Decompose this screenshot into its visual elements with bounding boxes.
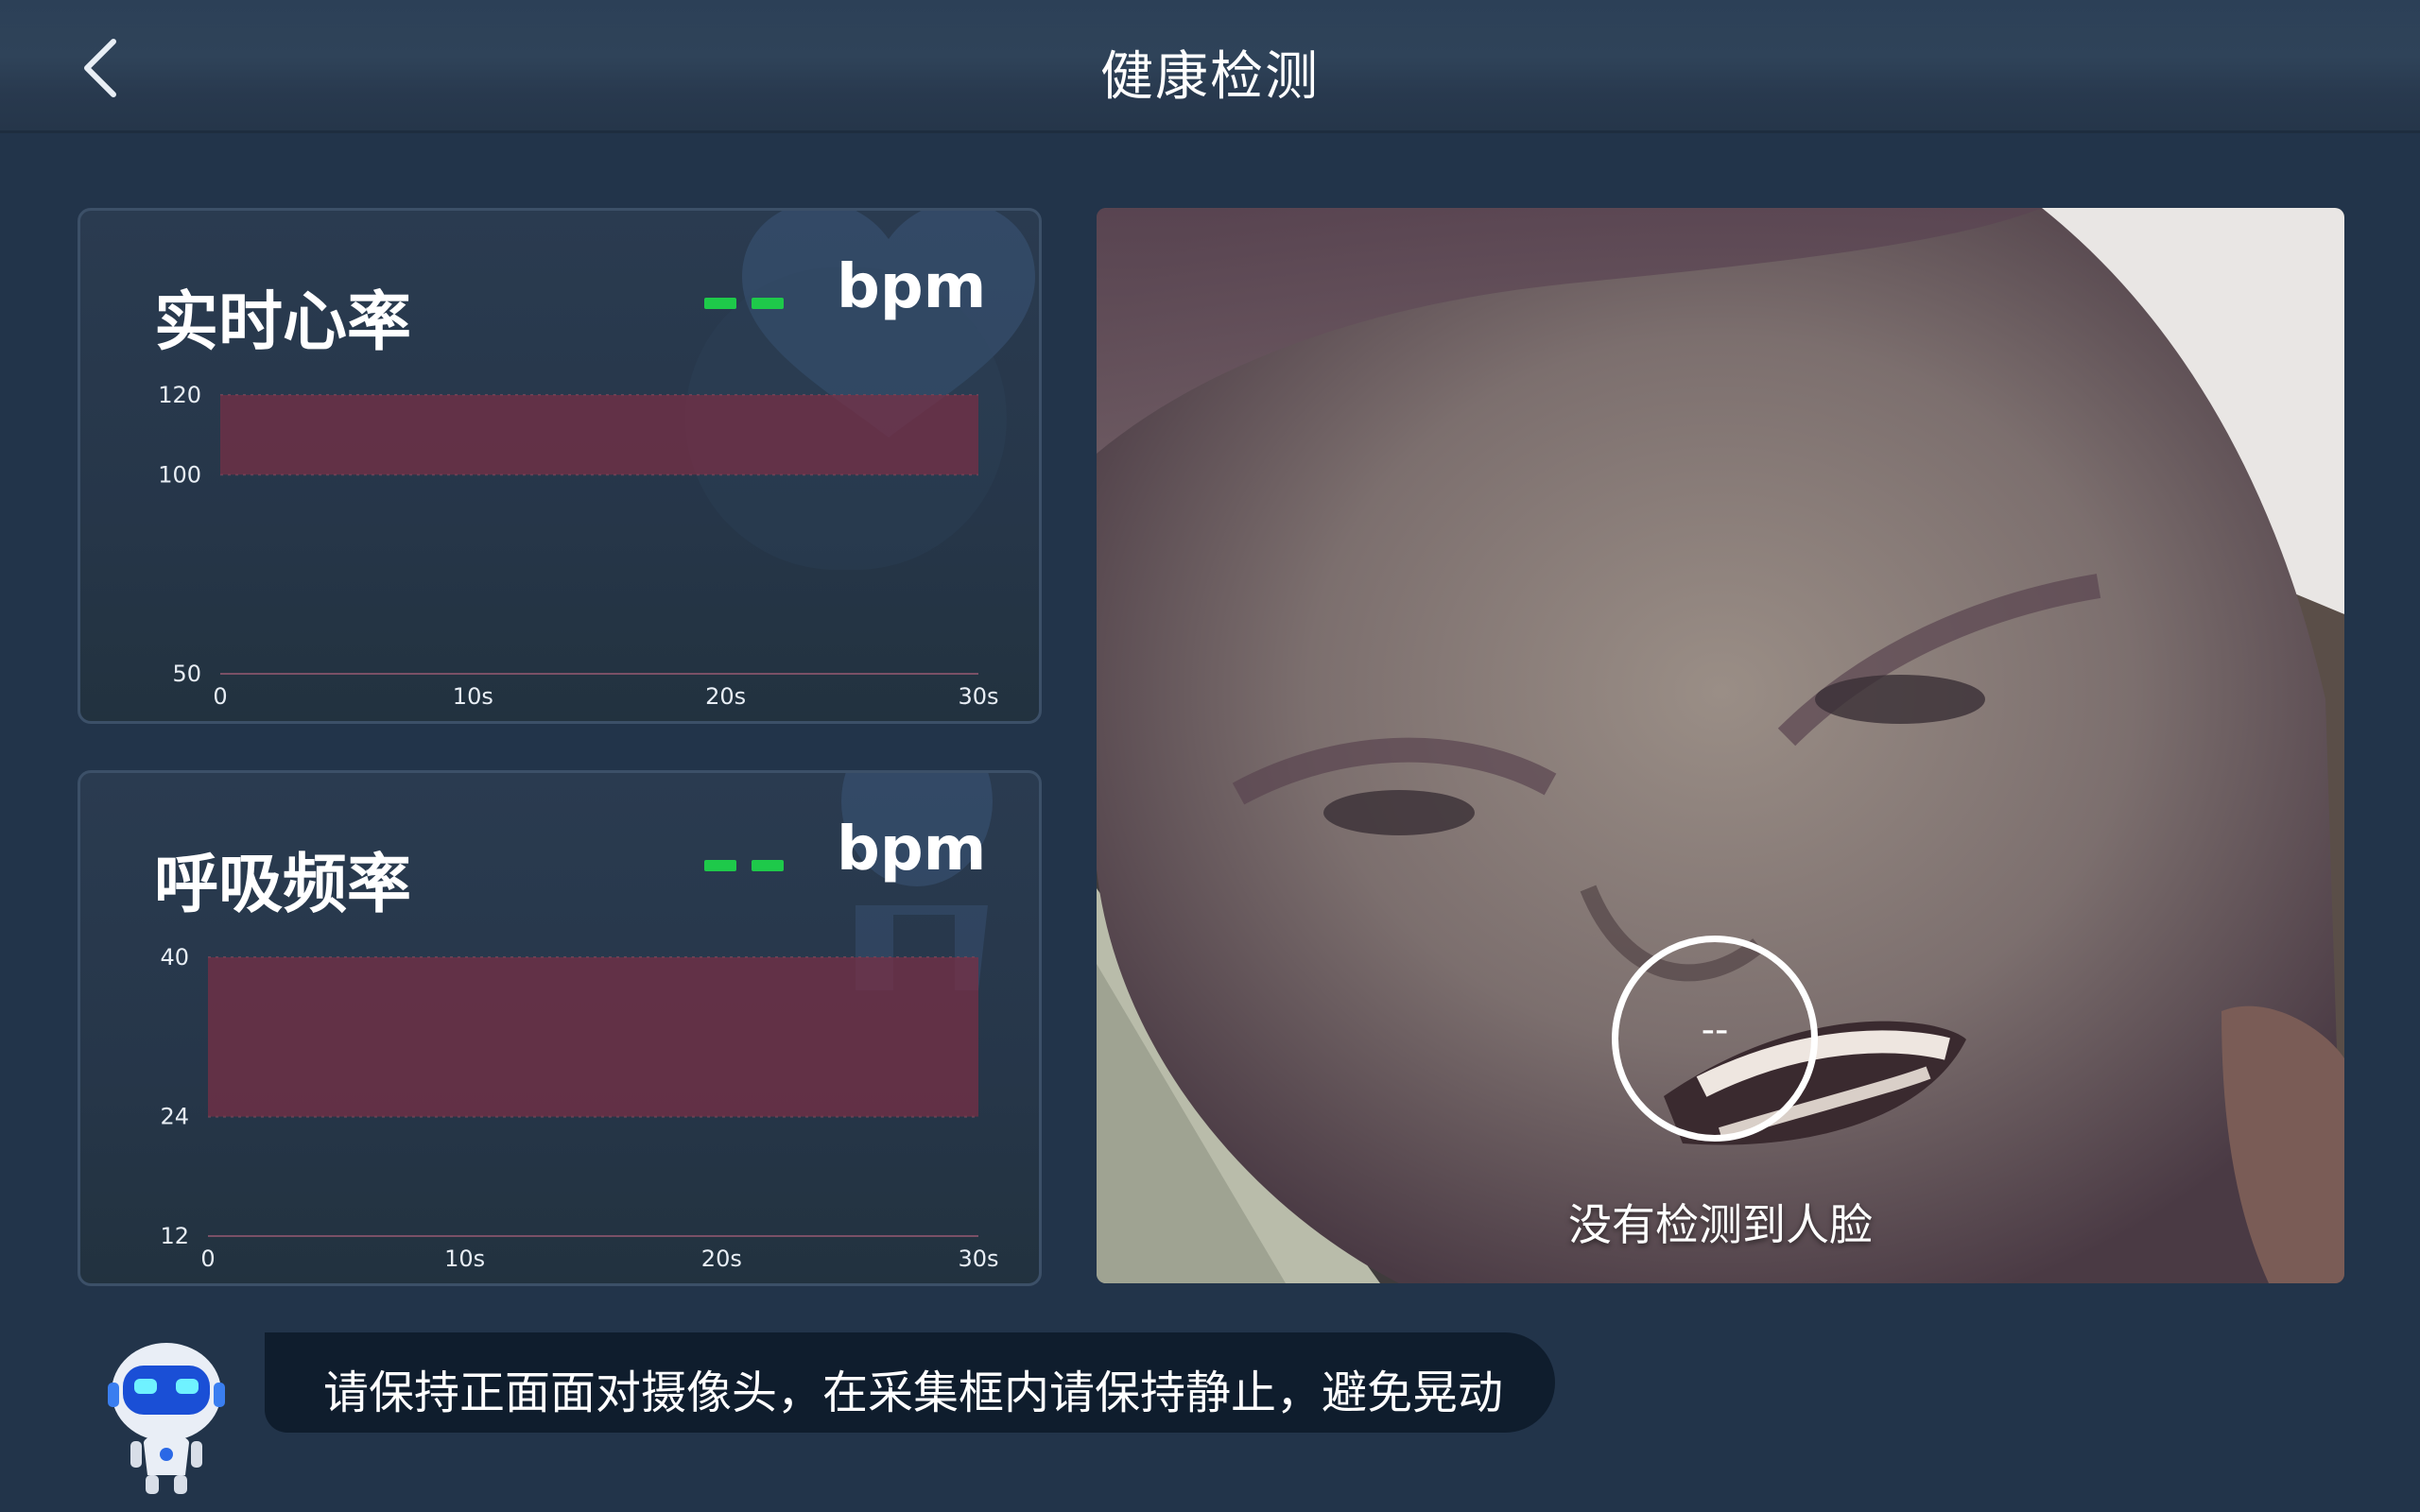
- breath-rate-x-tick: 10s: [444, 1246, 485, 1272]
- tip-text: 请保持正面面对摄像头，在采集框内请保持静止，避免晃动: [323, 1366, 1504, 1419]
- heart-rate-normal-range-band: [220, 395, 978, 475]
- breath-rate-x-tick: 20s: [701, 1246, 742, 1272]
- heart-rate-x-tick: 30s: [958, 683, 998, 710]
- breath-rate-x-tick: 30s: [958, 1246, 998, 1272]
- robot-assistant-icon: [108, 1343, 225, 1494]
- heart-rate-x-tick: 20s: [705, 683, 746, 710]
- face-detect-value: --: [1701, 1008, 1729, 1052]
- heart-rate-panel: 实时心率 -- bpm 12010050010s20s30s: [78, 208, 1042, 724]
- heart-rate-y-tick: 100: [158, 461, 201, 488]
- breath-rate-panel: 呼吸频率 -- bpm 402412010s20s30s: [78, 770, 1042, 1286]
- heart-rate-chart: 120 100 50 0 10s 20s 30s: [158, 382, 998, 710]
- breath-rate-normal-range-band: [208, 957, 978, 1117]
- breath-rate-y-tick: 12: [160, 1223, 189, 1249]
- face-detect-status: 没有检测到人脸: [1568, 1199, 1873, 1250]
- tip-bubble: 请保持正面面对摄像头，在采集框内请保持静止，避免晃动: [265, 1332, 1555, 1433]
- heart-rate-x-tick: 0: [213, 683, 227, 710]
- face-capture-frame: --: [1612, 936, 1818, 1142]
- breath-rate-chart: 40 24 12 0 10s 20s 30s: [160, 944, 998, 1272]
- top-bar: 健康检测: [0, 0, 2420, 133]
- heart-rate-x-tick: 10s: [453, 683, 493, 710]
- page-title: 健康检测: [1100, 46, 1320, 108]
- heart-rate-y-tick: 50: [172, 661, 201, 687]
- heart-rate-y-tick: 120: [158, 382, 201, 408]
- breath-rate-y-tick: 24: [160, 1104, 189, 1130]
- camera-preview: -- 没有检测到人脸: [1097, 208, 2344, 1283]
- breath-rate-y-tick: 40: [160, 944, 189, 971]
- breath-rate-x-tick: 0: [200, 1246, 215, 1272]
